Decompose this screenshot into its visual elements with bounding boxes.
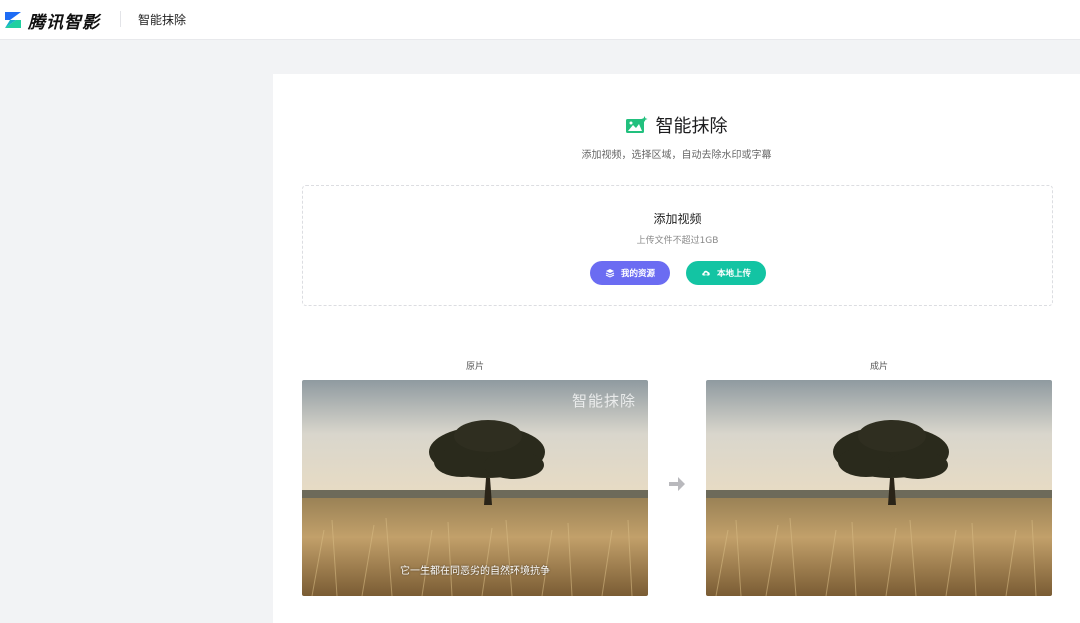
upload-size-hint: 上传文件不超过1GB (636, 236, 719, 246)
cloud-upload-icon (702, 270, 710, 278)
watermark-text: 智能抹除 (571, 392, 636, 410)
arrow-right-icon (669, 477, 685, 491)
logo[interactable]: 腾讯智影 (4, 9, 100, 33)
local-upload-label: 本地上传 (716, 269, 751, 279)
my-resources-button[interactable]: 我的资源 (590, 261, 670, 285)
page-heading: 智能抹除 (273, 112, 1080, 138)
original-label: 原片 (465, 362, 484, 372)
upload-dropzone[interactable]: 添加视频 上传文件不超过1GB 我的资源 本地上传 (302, 185, 1053, 306)
upload-title: 添加视频 (653, 212, 702, 226)
result-label: 成片 (869, 362, 888, 372)
video-subtitle-text: 它一生都在同恶劣的自然环境抗争 (400, 566, 550, 577)
original-preview-image: 智能抹除 它一生都在同恶劣的自然环境抗争 (302, 380, 648, 596)
logo-icon (5, 12, 21, 28)
main-panel: 智能抹除 添加视频，选择区域，自动去除水印或字幕 添加视频 上传文件不超过1GB… (273, 74, 1080, 623)
image-icon (625, 116, 648, 133)
nav-divider (120, 11, 121, 27)
page-subtitle: 添加视频，选择区域，自动去除水印或字幕 (581, 150, 772, 161)
page-title: 智能抹除 (655, 116, 728, 137)
nav-title: 智能抹除 (138, 13, 187, 27)
result-preview-image (706, 380, 1052, 596)
my-resources-label: 我的资源 (620, 269, 655, 279)
top-bar: 腾讯智影 智能抹除 (0, 0, 1080, 40)
local-upload-button[interactable]: 本地上传 (686, 261, 766, 285)
logo-text: 腾讯智影 (28, 12, 100, 33)
layers-icon (605, 269, 615, 278)
